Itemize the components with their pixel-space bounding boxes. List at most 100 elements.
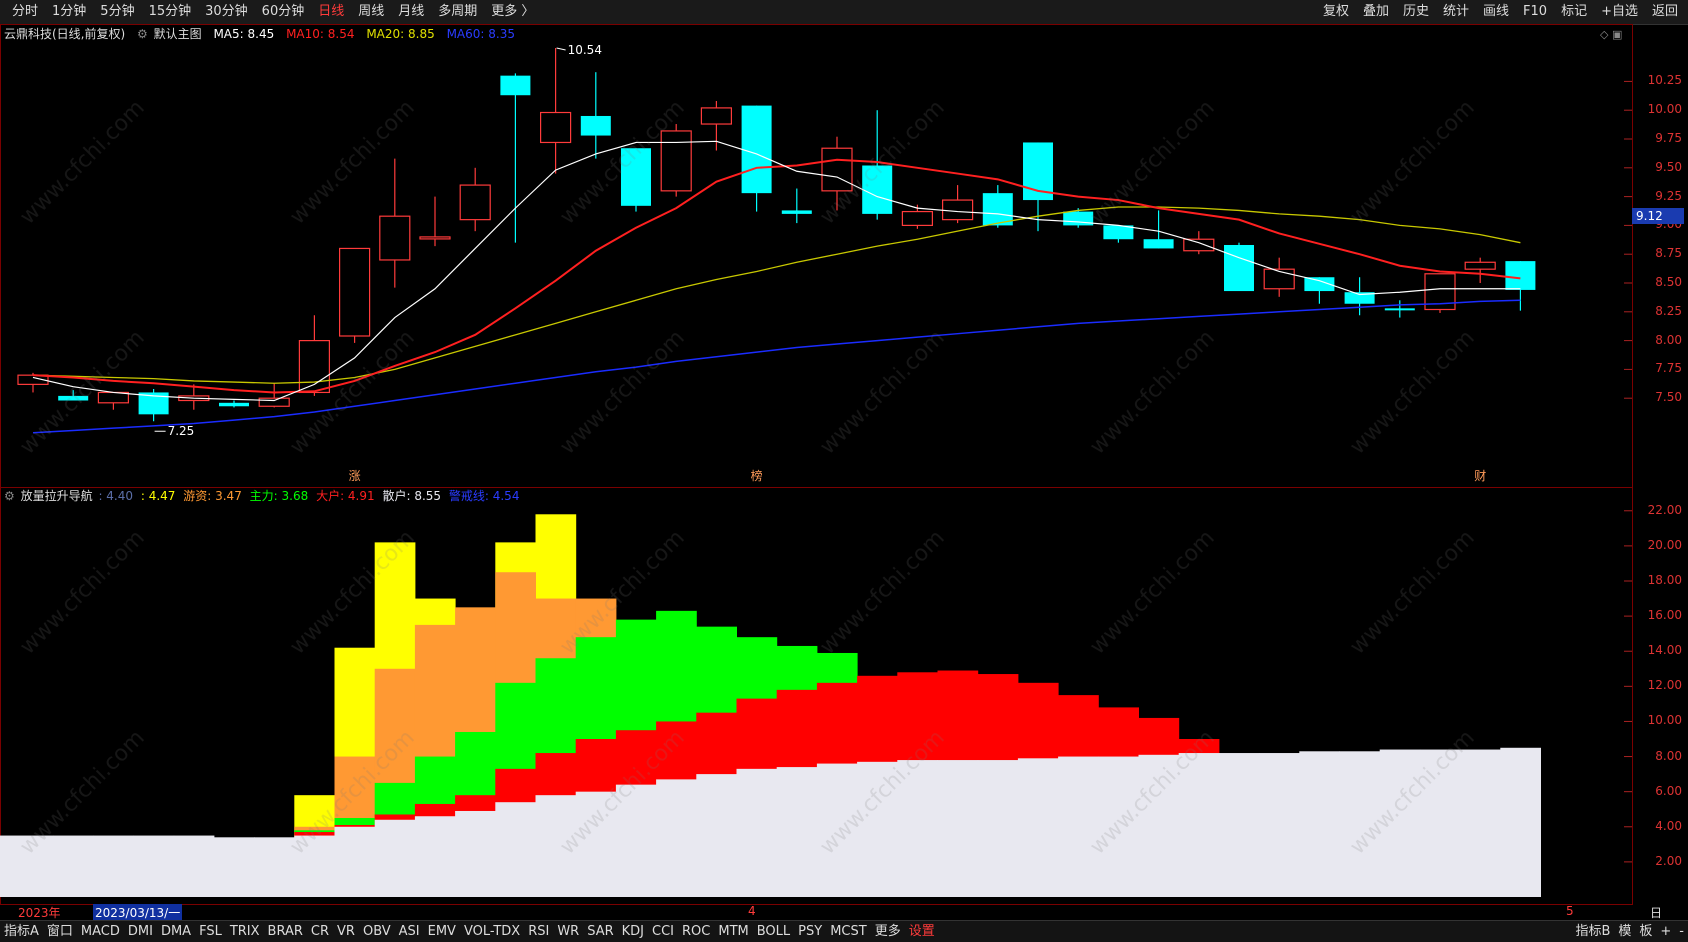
indicator-tab-16[interactable]: CCI	[648, 921, 678, 942]
bottom-right-tool-0[interactable]: 指标B	[1571, 921, 1614, 942]
candle-body	[621, 148, 651, 206]
tool-button-5[interactable]: F10	[1517, 0, 1553, 24]
bottom-right-tool-2[interactable]: 板	[1635, 921, 1656, 942]
candle-body	[500, 75, 531, 96]
tool-button-0[interactable]: 复权	[1317, 0, 1355, 24]
main-ytick: 9.75	[1655, 131, 1682, 145]
candle-body	[1224, 244, 1254, 292]
candle-body	[821, 147, 853, 192]
indicator-tab-17[interactable]: ROC	[678, 921, 714, 942]
indicator-tab-15[interactable]: KDJ	[618, 921, 648, 942]
indicator-a-button[interactable]: 指标A	[0, 921, 43, 942]
main-ytick: 9.50	[1655, 159, 1682, 174]
indicator-tab-7[interactable]: VR	[333, 921, 359, 942]
sub-bar-sanhu	[696, 774, 737, 897]
period-tab-4[interactable]: 30分钟	[199, 0, 254, 24]
sub-ytick: 6.00	[1655, 783, 1682, 798]
candle	[700, 100, 733, 151]
indicator-tab-6[interactable]: CR	[307, 921, 333, 942]
date-axis: 2023年 2023/03/13/一 4 5 日线	[0, 904, 1662, 937]
period-toolbar: 分时 1分钟 5分钟 15分钟 30分钟 60分钟 日线 周线 月线 多周期 更多 〉 复权 叠加 历史…	[0, 0, 1688, 25]
bottom-right-tool-3[interactable]: +	[1656, 921, 1675, 942]
sub-bar-sanhu	[736, 768, 778, 897]
indicator-tab-21[interactable]: MCST	[826, 921, 871, 942]
candle	[1505, 261, 1536, 311]
candle	[1103, 225, 1134, 243]
indicator-tab-4[interactable]: TRIX	[226, 921, 264, 942]
indicator-tab-2[interactable]: DMA	[157, 921, 195, 942]
indicator-bar: 指标A 窗口 MACD DMI DMA FSL TRIX BRAR CR VR OBV ASI EM…	[0, 920, 1688, 942]
candle	[258, 383, 290, 408]
candle	[1263, 257, 1295, 297]
sub-bar-sanhu	[1218, 753, 1260, 897]
indicator-tab-10[interactable]: EMV	[424, 921, 460, 942]
tool-button-6[interactable]: 标记	[1555, 0, 1593, 24]
window-button[interactable]: 窗口	[43, 921, 77, 942]
candle	[821, 136, 853, 211]
candle	[219, 400, 249, 408]
period-tab-0[interactable]: 分时	[6, 0, 44, 24]
sub-ytick: 8.00	[1655, 748, 1682, 763]
sub-bar-sanhu	[897, 760, 938, 897]
event-marker: 财	[1474, 469, 1486, 483]
indicator-tab-20[interactable]: PSY	[794, 921, 826, 942]
bottom-right-tool-4[interactable]: -	[1675, 921, 1688, 942]
bottom-right-tool-1[interactable]: 模	[1614, 921, 1635, 942]
tool-button-4[interactable]: 画线	[1477, 0, 1515, 24]
sub-bar-sanhu	[213, 837, 255, 897]
indicator-tab-0[interactable]: MACD	[77, 921, 124, 942]
sub-indicator-chart[interactable]	[0, 487, 1632, 905]
main-candlestick-chart[interactable]: 10.54 7.25 涨 榜 财	[0, 24, 1632, 489]
main-ytick: 8.25	[1655, 303, 1682, 318]
period-tab-10[interactable]: 更多 〉	[485, 0, 540, 24]
sub-bar-sanhu	[1460, 749, 1501, 897]
period-tab-5[interactable]: 60分钟	[256, 0, 311, 24]
indicator-tab-22[interactable]: 更多	[871, 921, 905, 942]
candle-body	[862, 165, 893, 214]
period-tab-7[interactable]: 周线	[352, 0, 390, 24]
sub-bar-sanhu	[1419, 749, 1461, 897]
candle	[1224, 242, 1254, 292]
indicator-tab-18[interactable]: MTM	[714, 921, 752, 942]
candle	[500, 73, 531, 243]
period-tab-1[interactable]: 1分钟	[46, 0, 92, 24]
settings-button[interactable]: 设置	[905, 921, 939, 942]
tool-button-1[interactable]: 叠加	[1357, 0, 1395, 24]
sub-bar-sanhu	[495, 802, 536, 897]
period-tab-9[interactable]: 多周期	[432, 0, 483, 24]
indicator-tab-14[interactable]: SAR	[583, 921, 617, 942]
candle	[1464, 257, 1496, 284]
sub-bar-sanhu	[455, 810, 496, 897]
indicator-tab-11[interactable]: VOL-TDX	[460, 921, 524, 942]
candle	[97, 391, 130, 410]
candle-body	[1143, 239, 1174, 249]
indicator-tabs: MACD DMI DMA FSL TRIX BRAR CR VR OBV ASI EMV VOL-TD…	[77, 921, 905, 942]
indicator-tab-5[interactable]: BRAR	[264, 921, 307, 942]
tool-button-2[interactable]: 历史	[1397, 0, 1435, 24]
indicator-tab-3[interactable]: FSL	[195, 921, 226, 942]
sub-bar-sanhu	[937, 760, 979, 897]
ma20-line	[32, 206, 1521, 384]
tool-button-8[interactable]: 返回	[1646, 0, 1684, 24]
candle-body	[781, 210, 812, 214]
sub-bar-sanhu	[1299, 751, 1340, 897]
period-tab-3[interactable]: 15分钟	[143, 0, 198, 24]
indicator-tab-9[interactable]: ASI	[395, 921, 424, 942]
indicator-tab-8[interactable]: OBV	[359, 921, 395, 942]
period-tab-8[interactable]: 月线	[392, 0, 430, 24]
period-tab-2[interactable]: 5分钟	[94, 0, 140, 24]
period-tab-6[interactable]: 日线	[312, 0, 350, 24]
low-price-label: 7.25	[168, 424, 195, 438]
tool-button-3[interactable]: 统计	[1437, 0, 1475, 24]
candle-body	[660, 130, 692, 192]
indicator-tab-19[interactable]: BOLL	[753, 921, 794, 942]
candle-body	[1183, 238, 1215, 252]
main-ytick: 10.00	[1647, 102, 1682, 117]
tool-button-7[interactable]: +自选	[1595, 0, 1644, 24]
candle-body	[258, 397, 290, 407]
indicator-tab-1[interactable]: DMI	[124, 921, 157, 942]
main-ytick: 8.00	[1655, 332, 1682, 347]
indicator-tab-13[interactable]: WR	[553, 921, 583, 942]
high-price-label: 10.54	[568, 43, 602, 57]
indicator-tab-12[interactable]: RSI	[524, 921, 553, 942]
